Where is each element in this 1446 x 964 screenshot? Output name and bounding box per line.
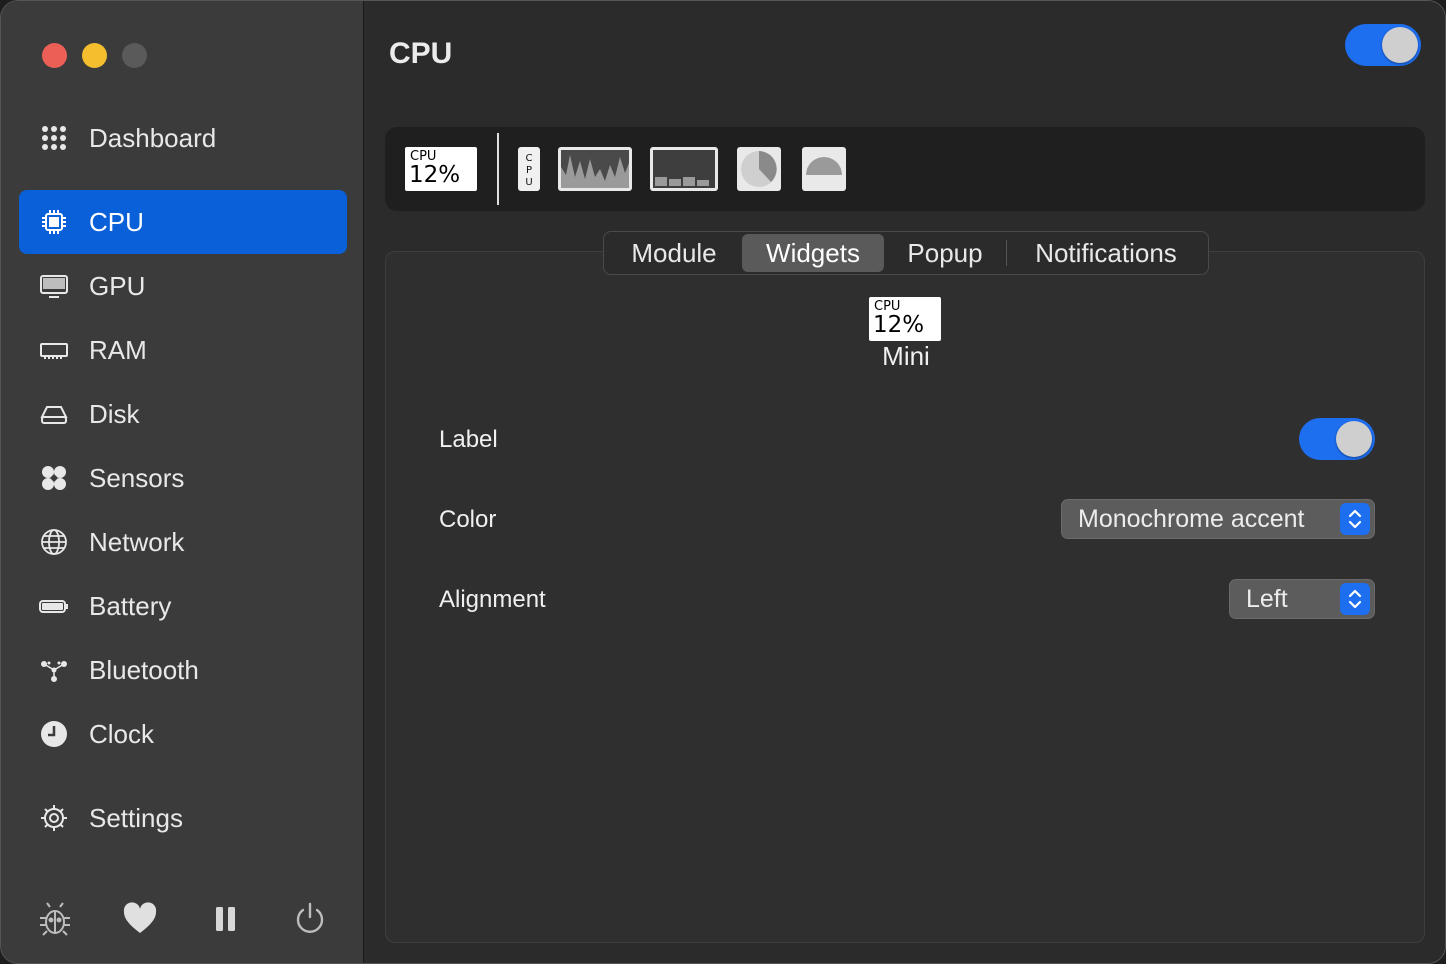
widget-mini[interactable]: CPU 12% <box>405 147 477 191</box>
power-icon <box>296 902 323 933</box>
sidebar-item-network[interactable]: Network <box>19 510 347 574</box>
chevron-updown-icon <box>1340 583 1370 615</box>
sidebar-item-dashboard[interactable]: Dashboard <box>19 106 347 170</box>
preview-caption: Mini <box>882 341 930 371</box>
widget-bar-chart[interactable] <box>650 147 718 191</box>
sidebar-item-label: Dashboard <box>89 122 217 153</box>
sidebar-item-label: RAM <box>89 334 147 365</box>
tab-module[interactable]: Module <box>606 234 742 272</box>
grid-icon <box>19 123 89 153</box>
monitor-icon <box>19 271 89 301</box>
globe-icon <box>19 527 89 557</box>
cpu-chip-icon <box>19 207 89 237</box>
sidebar-item-label: Disk <box>89 398 140 429</box>
quit-button[interactable] <box>288 897 332 941</box>
donate-button[interactable] <box>118 897 162 941</box>
sidebar-item-ram[interactable]: RAM <box>19 318 347 382</box>
zoom-window-button[interactable] <box>122 43 147 68</box>
alignment-setting-title: Alignment <box>439 586 546 613</box>
report-bug-button[interactable] <box>33 897 77 941</box>
sidebar-item-gpu[interactable]: GPU <box>19 254 347 318</box>
sidebar-item-clock[interactable]: Clock <box>19 702 347 766</box>
tab-notifications[interactable]: Notifications <box>1007 234 1205 272</box>
sidebar-item-label: Sensors <box>89 462 185 493</box>
sidebar-item-label: CPU <box>89 206 144 237</box>
sidebar-item-label: Settings <box>89 802 183 833</box>
color-select-value: Monochrome accent <box>1078 504 1305 533</box>
widget-speedometer[interactable] <box>802 147 846 191</box>
sidebar-item-label: Clock <box>89 718 155 749</box>
sidebar-item-battery[interactable]: Battery <box>19 574 347 638</box>
alignment-select[interactable]: Left <box>1229 579 1375 619</box>
mini-widget-value: 12% <box>409 162 461 188</box>
widget-selector-bar: CPU 12% CPU <box>385 127 1425 211</box>
minimize-window-button[interactable] <box>82 43 107 68</box>
module-enable-toggle[interactable] <box>1345 24 1421 66</box>
close-window-button[interactable] <box>42 43 67 68</box>
memory-icon <box>19 335 89 365</box>
sidebar-item-settings[interactable]: Settings <box>19 786 347 850</box>
toggle-knob <box>1336 421 1372 457</box>
svg-text:U: U <box>525 177 532 188</box>
widget-pie-chart[interactable] <box>737 147 781 191</box>
sidebar-item-label: Network <box>89 526 185 557</box>
alignment-select-value: Left <box>1246 584 1288 613</box>
settings-tabs: Module Widgets Popup Notifications <box>603 231 1209 275</box>
main-content: CPU CPU 12% CPU Module Widgets Popup Not… <box>365 1 1445 963</box>
sidebar-item-bluetooth[interactable]: Bluetooth <box>19 638 347 702</box>
svg-text:P: P <box>526 165 532 176</box>
sidebar-item-label: GPU <box>89 270 146 301</box>
sidebar-item-sensors[interactable]: Sensors <box>19 446 347 510</box>
widget-bar-divider <box>497 133 499 205</box>
pause-button[interactable] <box>203 897 247 941</box>
tab-popup[interactable]: Popup <box>884 234 1006 272</box>
app-window: Dashboard CPU GPU RAM Disk Sensors Netwo… <box>0 0 1446 964</box>
widget-preview-mini: CPU 12% <box>869 297 941 341</box>
svg-text:C: C <box>526 153 533 164</box>
disk-drive-icon <box>19 399 89 429</box>
heart-icon <box>123 902 157 933</box>
widget-label-vertical[interactable]: CPU <box>518 147 540 191</box>
window-controls <box>42 43 147 68</box>
pause-icon <box>215 907 235 931</box>
gear-icon <box>19 803 89 833</box>
fan-icon <box>19 463 89 493</box>
color-setting-title: Color <box>439 506 497 533</box>
chevron-updown-icon <box>1340 503 1370 535</box>
sidebar-item-label: Battery <box>89 590 172 621</box>
sidebar: Dashboard CPU GPU RAM Disk Sensors Netwo… <box>1 1 364 963</box>
tab-widgets[interactable]: Widgets <box>742 234 884 272</box>
label-setting-title: Label <box>439 426 498 453</box>
widget-line-chart[interactable] <box>558 147 632 191</box>
clock-icon <box>19 719 89 749</box>
sidebar-item-disk[interactable]: Disk <box>19 382 347 446</box>
battery-icon <box>19 591 89 621</box>
color-select[interactable]: Monochrome accent <box>1061 499 1375 539</box>
bluetooth-nodes-icon <box>19 655 89 685</box>
preview-value: 12% <box>873 312 925 338</box>
sidebar-footer <box>1 897 364 941</box>
sidebar-item-label: Bluetooth <box>89 654 199 685</box>
sidebar-item-cpu[interactable]: CPU <box>19 190 347 254</box>
label-toggle[interactable] <box>1299 418 1375 460</box>
bug-icon <box>40 902 71 936</box>
toggle-knob <box>1382 27 1418 63</box>
page-title: CPU <box>389 37 453 70</box>
